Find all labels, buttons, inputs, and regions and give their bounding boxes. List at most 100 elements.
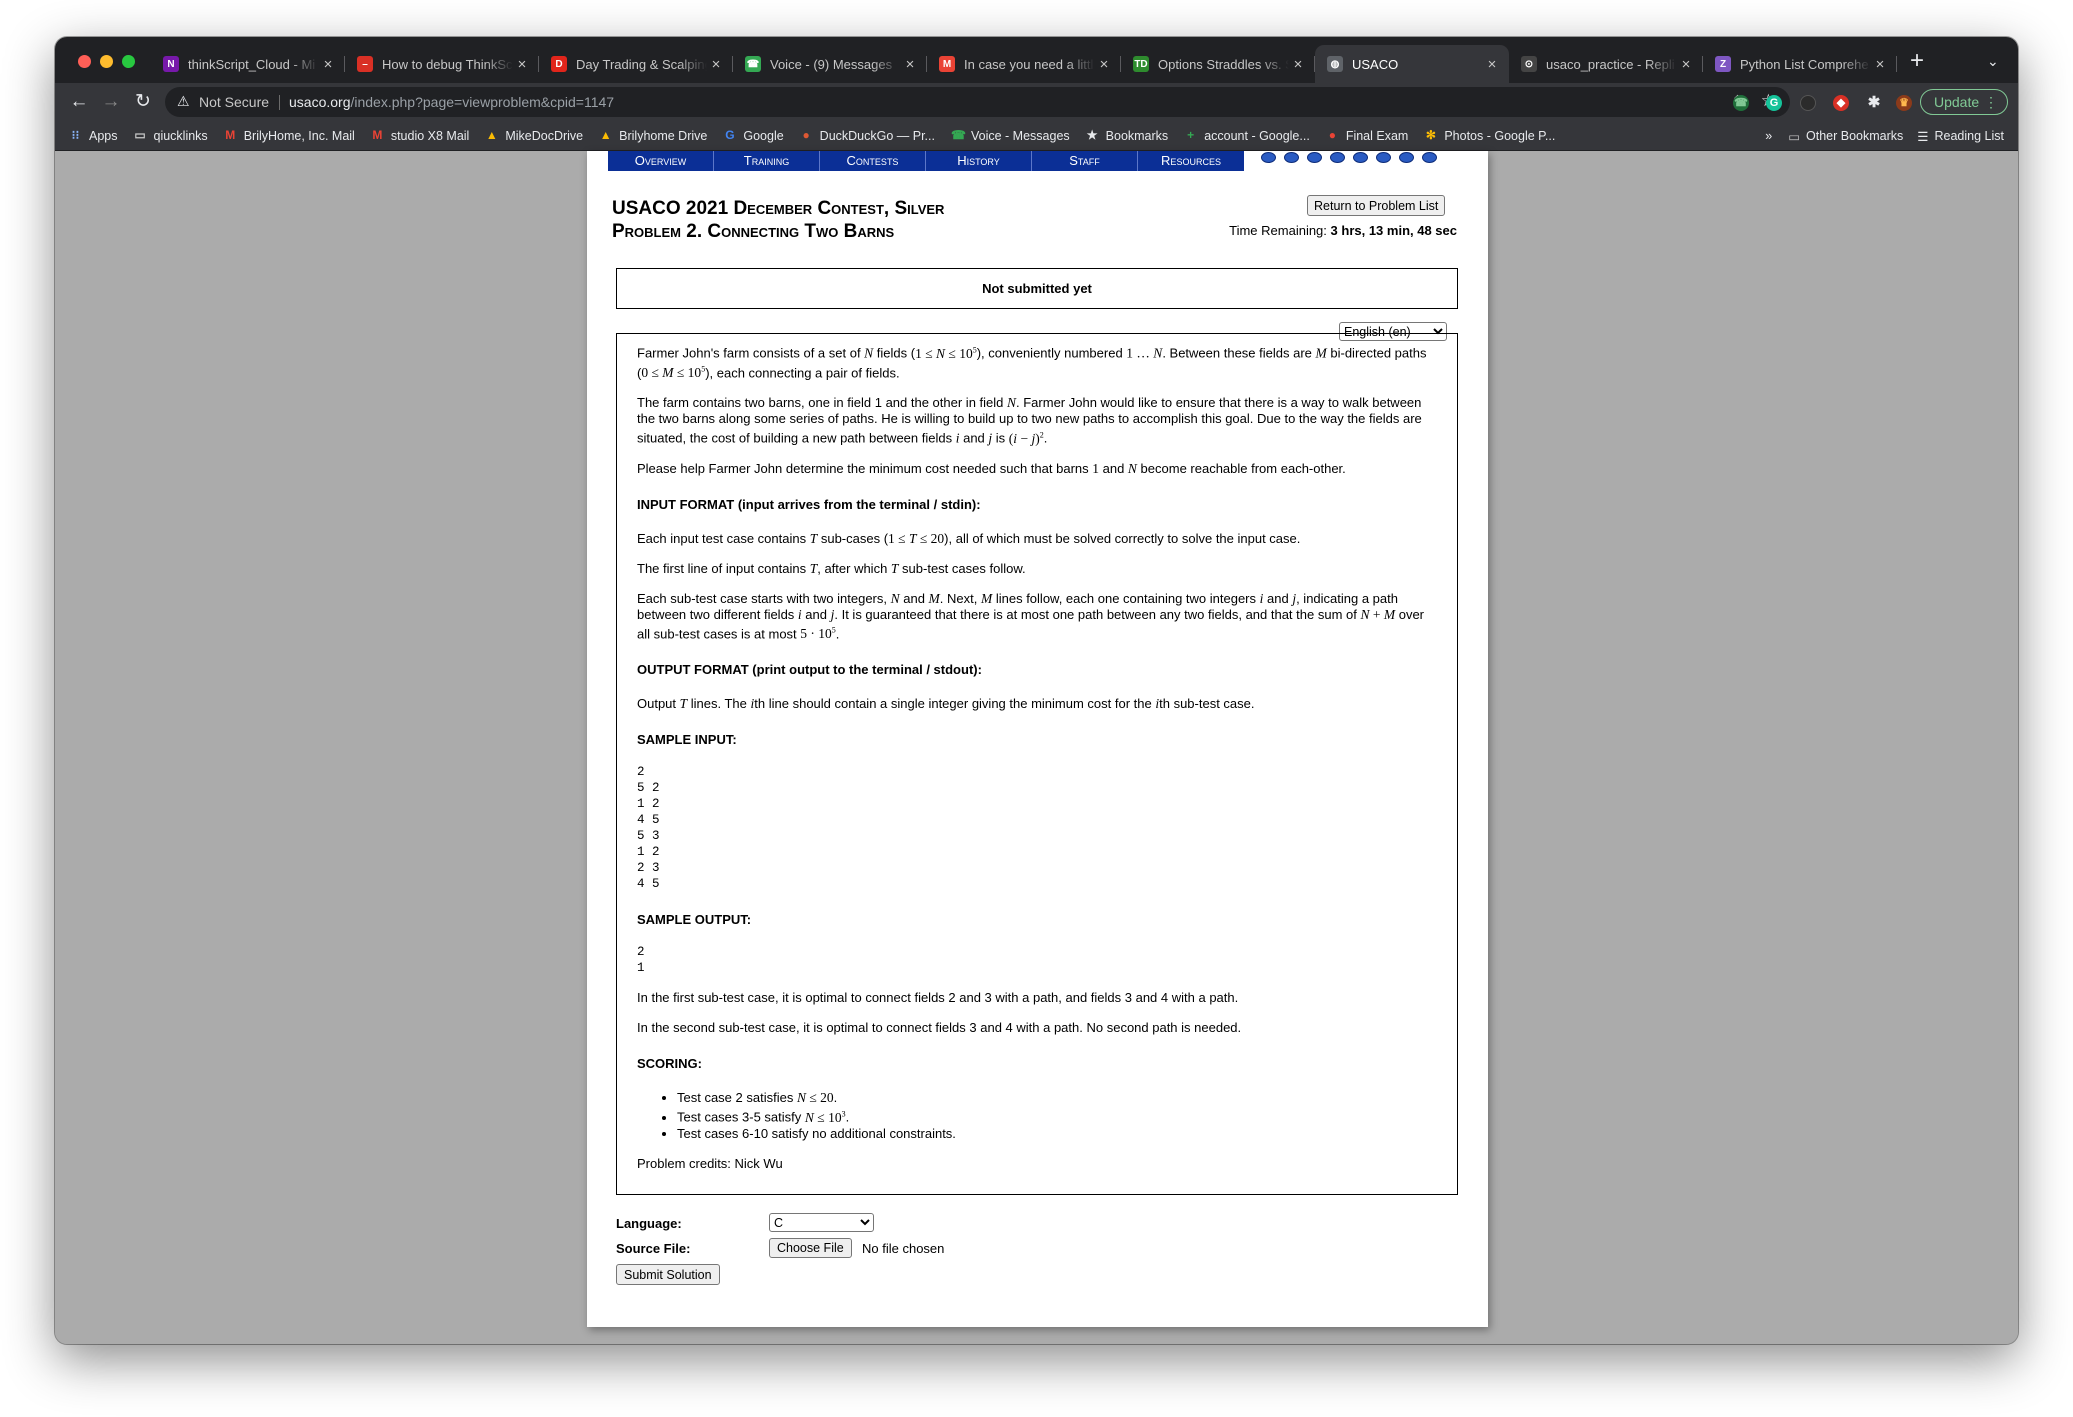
bookmark-item[interactable]: ● Final Exam xyxy=(1326,129,1409,143)
back-arrow-icon[interactable]: ← xyxy=(66,89,92,115)
bookmark-item[interactable]: ⁝⁝ Apps xyxy=(69,129,118,143)
nav-item-resources[interactable]: Resources xyxy=(1138,151,1244,171)
onenote-icon: N xyxy=(163,56,179,72)
reading-list-icon: ☰ xyxy=(1917,129,1929,144)
browser-tab[interactable]: ⊙ usaco_practice - Repli × xyxy=(1509,45,1703,83)
drive-icon: ▲ xyxy=(599,128,612,142)
scoring-item: Test case 2 satisfies N ≤ 20. xyxy=(677,1090,1437,1106)
output-format-heading: OUTPUT FORMAT (print output to the termi… xyxy=(637,662,982,677)
return-to-problem-list-button[interactable]: Return to Problem List xyxy=(1307,195,1446,216)
close-window-button[interactable] xyxy=(78,55,91,68)
bookmark-label: Apps xyxy=(89,128,118,143)
bookmark-item[interactable]: ✻ Photos - Google P... xyxy=(1424,129,1555,143)
dash-icon: – xyxy=(357,56,373,72)
submission-language-select[interactable]: C xyxy=(769,1213,874,1232)
new-tab-button[interactable]: + xyxy=(1910,49,1924,73)
tab-close-icon[interactable]: × xyxy=(901,56,919,73)
browser-tab[interactable]: TD Options Straddles vs. S × xyxy=(1121,45,1315,83)
sample-output-block: 2 1 xyxy=(637,945,645,975)
google-icon: G xyxy=(725,128,735,142)
bookmark-item[interactable]: ▲ Brilyhome Drive xyxy=(599,128,708,143)
tab-title: In case you need a littl xyxy=(964,56,1094,72)
nav-item-staff[interactable]: Staff xyxy=(1032,151,1138,171)
bookmark-item[interactable]: ● DuckDuckGo — Pr... xyxy=(800,129,935,143)
maximize-window-button[interactable] xyxy=(122,55,135,68)
not-secure-label: Not Secure xyxy=(199,94,270,110)
url-text[interactable]: usaco.org/index.php?page=viewproblem&cpi… xyxy=(289,94,614,110)
other-bookmarks-link[interactable]: Other Bookmarks xyxy=(1806,129,1903,143)
tab-close-icon[interactable]: × xyxy=(1483,56,1501,73)
update-button[interactable]: Update ⋮ xyxy=(1920,89,2008,115)
tab-title: Options Straddles vs. S xyxy=(1158,56,1289,72)
scoring-list: Test case 2 satisfies N ≤ 20. Test cases… xyxy=(677,1090,1437,1142)
no-file-chosen-text: No file chosen xyxy=(862,1241,945,1256)
cow-icon xyxy=(1261,152,1276,163)
tab-close-icon[interactable]: × xyxy=(1095,56,1113,73)
browser-tab[interactable]: D Day Trading & Scalping × xyxy=(539,45,733,83)
bookmark-item[interactable]: G Google xyxy=(723,129,783,143)
address-bar[interactable]: ⚠ Not Secure usaco.org/index.php?page=vi… xyxy=(165,87,1790,117)
browser-tab[interactable]: Z Python List Comprehe × xyxy=(1703,45,1897,83)
reading-list-link[interactable]: Reading List xyxy=(1935,129,2005,143)
nav-item-contests[interactable]: Contests xyxy=(820,151,926,171)
bookmark-label: DuckDuckGo — Pr... xyxy=(819,128,935,143)
forward-arrow-icon[interactable]: → xyxy=(98,89,124,115)
time-remaining: Time Remaining: 3 hrs, 13 min, 48 sec xyxy=(1229,223,1457,238)
browser-tab[interactable]: NthinkScript_Cloud - Mi × xyxy=(151,45,345,83)
more-bookmarks-chevron-icon[interactable]: » xyxy=(1765,129,1772,143)
bookmark-label: Brilyhome Drive xyxy=(619,128,708,143)
tab-title: Python List Comprehe xyxy=(1740,56,1869,72)
grammarly-extension-icon[interactable]: G xyxy=(1766,95,1782,111)
folder-icon: ▭ xyxy=(1788,129,1801,144)
bookmark-item[interactable]: ☎ Voice - Messages xyxy=(951,129,1070,143)
tab-close-icon[interactable]: × xyxy=(1871,56,1889,73)
time-remaining-label: Time Remaining: xyxy=(1229,223,1327,238)
extensions-puzzle-icon[interactable]: ✱ xyxy=(1866,95,1882,111)
gmail-icon: M xyxy=(939,56,955,72)
minimize-window-button[interactable] xyxy=(100,55,113,68)
input-paragraph: The first line of input contains T, afte… xyxy=(637,560,1026,576)
extension-circle-icon[interactable] xyxy=(1800,95,1816,111)
cow-logo xyxy=(1261,152,1437,163)
nav-item-history[interactable]: History xyxy=(926,151,1032,171)
bookmark-label: account - Google... xyxy=(1204,128,1310,143)
bookmark-item[interactable]: Mstudio X8 Mail xyxy=(371,129,469,143)
apps-grid-icon: ⁝⁝ xyxy=(71,128,80,142)
cow-icon xyxy=(1307,152,1322,163)
star-icon: ★ xyxy=(1086,128,1098,142)
update-label: Update xyxy=(1934,94,1980,110)
sample-output-heading: SAMPLE OUTPUT: xyxy=(637,912,752,927)
problem-title: USACO 2021 December Contest, Silver Prob… xyxy=(612,197,944,243)
bookmark-item[interactable]: ▭ qiucklinks xyxy=(134,128,207,143)
warning-triangle-icon: ⚠ xyxy=(177,93,190,109)
voice-extension-icon[interactable]: ☎ xyxy=(1733,95,1749,111)
python-icon: Z xyxy=(1715,56,1731,72)
submit-solution-button[interactable]: Submit Solution xyxy=(616,1264,720,1285)
browser-tab[interactable]: ☎ Voice - (9) Messages × xyxy=(733,45,927,83)
usaco-nav-bar: Overview Training Contests History Staff Reso… xyxy=(608,151,1244,171)
scoring-item: Test cases 3-5 satisfy N ≤ 103. xyxy=(677,1106,1437,1126)
shield-extension-icon[interactable]: ◆ xyxy=(1833,95,1849,111)
profile-avatar[interactable]: ♛ xyxy=(1896,95,1912,111)
bookmark-item[interactable]: ★ Bookmarks xyxy=(1086,128,1168,143)
tab-close-icon[interactable]: × xyxy=(1289,56,1307,73)
reload-icon[interactable]: ↻ xyxy=(130,89,156,115)
tab-close-icon[interactable]: × xyxy=(1677,56,1695,73)
bookmarks-right: » ▭ Other Bookmarks ☰ Reading List xyxy=(1765,121,2004,151)
tab-close-icon[interactable]: × xyxy=(319,56,337,73)
tab-close-icon[interactable]: × xyxy=(513,56,531,73)
bookmark-item[interactable]: ▲ MikeDocDrive xyxy=(485,129,583,143)
browser-tab[interactable]: M In case you need a littl × xyxy=(927,45,1121,83)
choose-file-button[interactable]: Choose File xyxy=(769,1238,852,1258)
nav-item-overview[interactable]: Overview xyxy=(608,151,714,171)
bookmark-item[interactable]: + account - Google... xyxy=(1184,129,1310,143)
cow-icon xyxy=(1330,152,1345,163)
tab-close-icon[interactable]: × xyxy=(707,56,725,73)
tab-search-chevron-icon[interactable]: ⌄ xyxy=(1987,53,1999,70)
browser-tab[interactable]: ◍ USACO × xyxy=(1315,45,1509,83)
folder-icon: ▭ xyxy=(134,128,146,142)
nav-item-training[interactable]: Training xyxy=(714,151,820,171)
window-controls xyxy=(78,55,135,68)
bookmark-item[interactable]: M BrilyHome, Inc. Mail xyxy=(224,129,355,143)
browser-tab[interactable]: – How to debug ThinkSc × xyxy=(345,45,539,83)
